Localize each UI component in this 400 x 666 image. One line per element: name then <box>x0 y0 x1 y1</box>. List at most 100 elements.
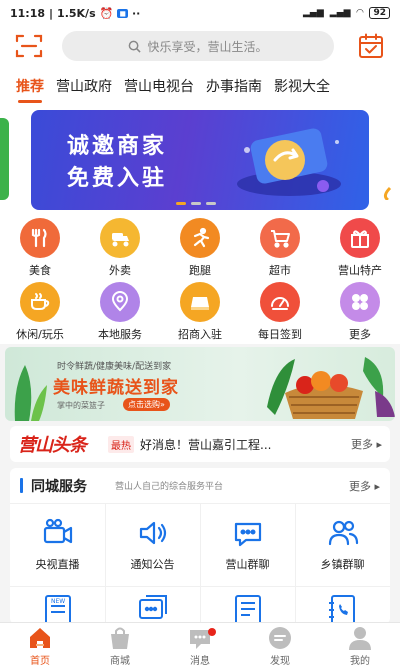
grid-item-leisure[interactable]: 休闲/玩乐 <box>4 282 76 342</box>
tab-government[interactable]: 营山政府 <box>56 76 112 96</box>
clover-icon <box>340 282 380 322</box>
service-label: 通知公告 <box>130 558 175 571</box>
banner-illustration <box>237 128 341 196</box>
promo-cta-button[interactable]: 点击选购» <box>123 398 170 411</box>
tab-tv-station[interactable]: 营山电视台 <box>124 76 194 96</box>
coffee-icon <box>20 282 60 322</box>
app-header: 快乐享受，营山生活。 <box>0 26 400 66</box>
grid-label: 外卖 <box>109 264 131 277</box>
messages-icon <box>139 595 167 619</box>
headline-text[interactable]: 好消息！营山嘉引工程... <box>140 436 271 453</box>
battery-icon: 92 <box>369 7 390 19</box>
status-network-speed: 1.5K/s <box>57 6 96 20</box>
scan-button[interactable] <box>15 33 43 59</box>
nav-mall[interactable]: 商城 <box>80 625 160 666</box>
service-group-chat[interactable]: 营山群聊 <box>200 516 295 572</box>
svg-text:NEW: NEW <box>51 598 65 605</box>
promo-tagline: 时令鲜蔬/健康美味/配送到家 <box>57 362 172 372</box>
service-label: 乡镇群聊 <box>320 558 365 571</box>
nav-label: 我的 <box>350 656 370 666</box>
nav-label: 商城 <box>110 656 130 666</box>
person-icon <box>349 627 371 650</box>
grid-item-errand[interactable]: 跑腿 <box>164 218 236 278</box>
cart-icon <box>260 218 300 258</box>
camera-icon <box>43 518 72 544</box>
search-input[interactable]: 快乐享受，营山生活。 <box>62 31 334 61</box>
category-grid: 美食 外卖 跑腿 超市 营山特产 休闲/玩乐 本地服务 招商入驻 每日签到 更多 <box>0 214 400 344</box>
users-icon <box>328 520 358 546</box>
grid-label: 营山特产 <box>338 264 382 277</box>
document-icon <box>235 595 261 624</box>
alarm-icon: ⏰ <box>99 6 114 20</box>
category-tabs: 推荐 营山政府 营山电视台 办事指南 影视大全 <box>0 66 400 106</box>
grid-item-supermarket[interactable]: 超市 <box>244 218 316 278</box>
nav-discover[interactable]: 发现 <box>240 625 320 666</box>
tab-service-guide[interactable]: 办事指南 <box>206 76 262 96</box>
grid-item-daily-checkin[interactable]: 每日签到 <box>244 282 316 342</box>
services-header: 同城服务 营山人自己的综合服务平台 更多 ▸ <box>10 468 390 504</box>
promo-subtitle: 掌中的菜篮子 <box>57 401 105 410</box>
shopping-bag-icon <box>111 627 129 649</box>
home-icon <box>30 628 50 648</box>
services-more-link[interactable]: 更多 ▸ <box>349 478 380 494</box>
chat-bubble-icon <box>234 522 261 547</box>
grid-item-specialty[interactable]: 营山特产 <box>324 218 396 278</box>
grid-label: 更多 <box>349 328 371 341</box>
banner-next-peek <box>378 118 400 202</box>
grid-item-more[interactable]: 更多 <box>324 282 396 342</box>
phonebook-icon <box>329 595 355 624</box>
nav-label: 发现 <box>270 656 290 666</box>
scan-icon <box>15 34 43 58</box>
search-icon <box>129 40 142 53</box>
section-accent-bar <box>20 478 23 493</box>
more-notifications-icon: ·· <box>131 6 141 20</box>
nav-profile[interactable]: 我的 <box>320 625 400 666</box>
grid-item-food[interactable]: 美食 <box>4 218 76 278</box>
banner-line2: 免费入驻 <box>67 166 168 191</box>
grid-label: 招商入驻 <box>178 328 222 341</box>
search-placeholder: 快乐享受，营山生活。 <box>147 39 268 54</box>
location-icon <box>100 282 140 322</box>
promo-title: 美味鲜蔬送到家 <box>53 378 179 398</box>
banner-prev-peek <box>0 118 9 200</box>
nav-label: 首页 <box>30 656 50 666</box>
carousel-dot <box>206 202 216 205</box>
service-township-chat[interactable]: 乡镇群聊 <box>295 516 390 572</box>
bottom-navigation: 首页 商城 消息 发现 我的 <box>0 622 400 666</box>
grid-item-takeout[interactable]: 外卖 <box>84 218 156 278</box>
calendar-icon <box>359 33 383 58</box>
fresh-veg-promo-banner[interactable]: 时令鲜蔬/健康美味/配送到家 美味鲜蔬送到家 掌中的菜篮子 点击选购» <box>5 347 395 421</box>
merchant-banner[interactable]: 诚邀商家 免费入驻 <box>31 110 369 210</box>
city-services-section: 同城服务 营山人自己的综合服务平台 更多 ▸ 央视直播 通知公告 营山群聊 乡镇… <box>10 468 390 624</box>
service-announcements[interactable]: 通知公告 <box>105 516 200 572</box>
nav-messages[interactable]: 消息 <box>160 625 240 666</box>
service-label: 央视直播 <box>35 558 80 571</box>
headline-news-bar[interactable]: 营山头条 最热 好消息！营山嘉引工程... 更多 ▸ <box>10 426 390 462</box>
services-title: 同城服务 <box>31 478 87 495</box>
veg-basket-illustration <box>267 357 395 419</box>
grid-label: 休闲/玩乐 <box>16 328 64 341</box>
speedometer-icon <box>260 282 300 322</box>
checkin-calendar-button[interactable] <box>358 33 384 59</box>
service-cctv-live[interactable]: 央视直播 <box>10 516 105 572</box>
nav-home[interactable]: 首页 <box>0 625 80 666</box>
banner-carousel[interactable]: 诚邀商家 免费入驻 <box>0 106 400 214</box>
grid-item-local-service[interactable]: 本地服务 <box>84 282 156 342</box>
grid-item-merchant-join[interactable]: 招商入驻 <box>164 282 236 342</box>
grid-label: 本地服务 <box>98 328 142 341</box>
carousel-indicator <box>176 202 216 205</box>
nav-label: 消息 <box>190 656 210 666</box>
scooter-icon <box>100 218 140 258</box>
app-notification-icon: ◼ <box>117 8 128 18</box>
headline-more-link[interactable]: 更多 ▸ <box>351 436 382 452</box>
signal-icon-2: ▂▄▆ <box>329 8 351 18</box>
veg-left-illustration <box>14 365 47 421</box>
storefront-icon <box>180 282 220 322</box>
tab-movies[interactable]: 影视大全 <box>274 76 330 96</box>
wifi-icon: ◠ <box>356 8 364 18</box>
grid-label: 跑腿 <box>189 264 211 277</box>
tab-recommend[interactable]: 推荐 <box>16 76 44 103</box>
news-icon: NEW <box>45 595 71 624</box>
carousel-dot <box>191 202 201 205</box>
banner-next-swirl <box>383 186 392 202</box>
